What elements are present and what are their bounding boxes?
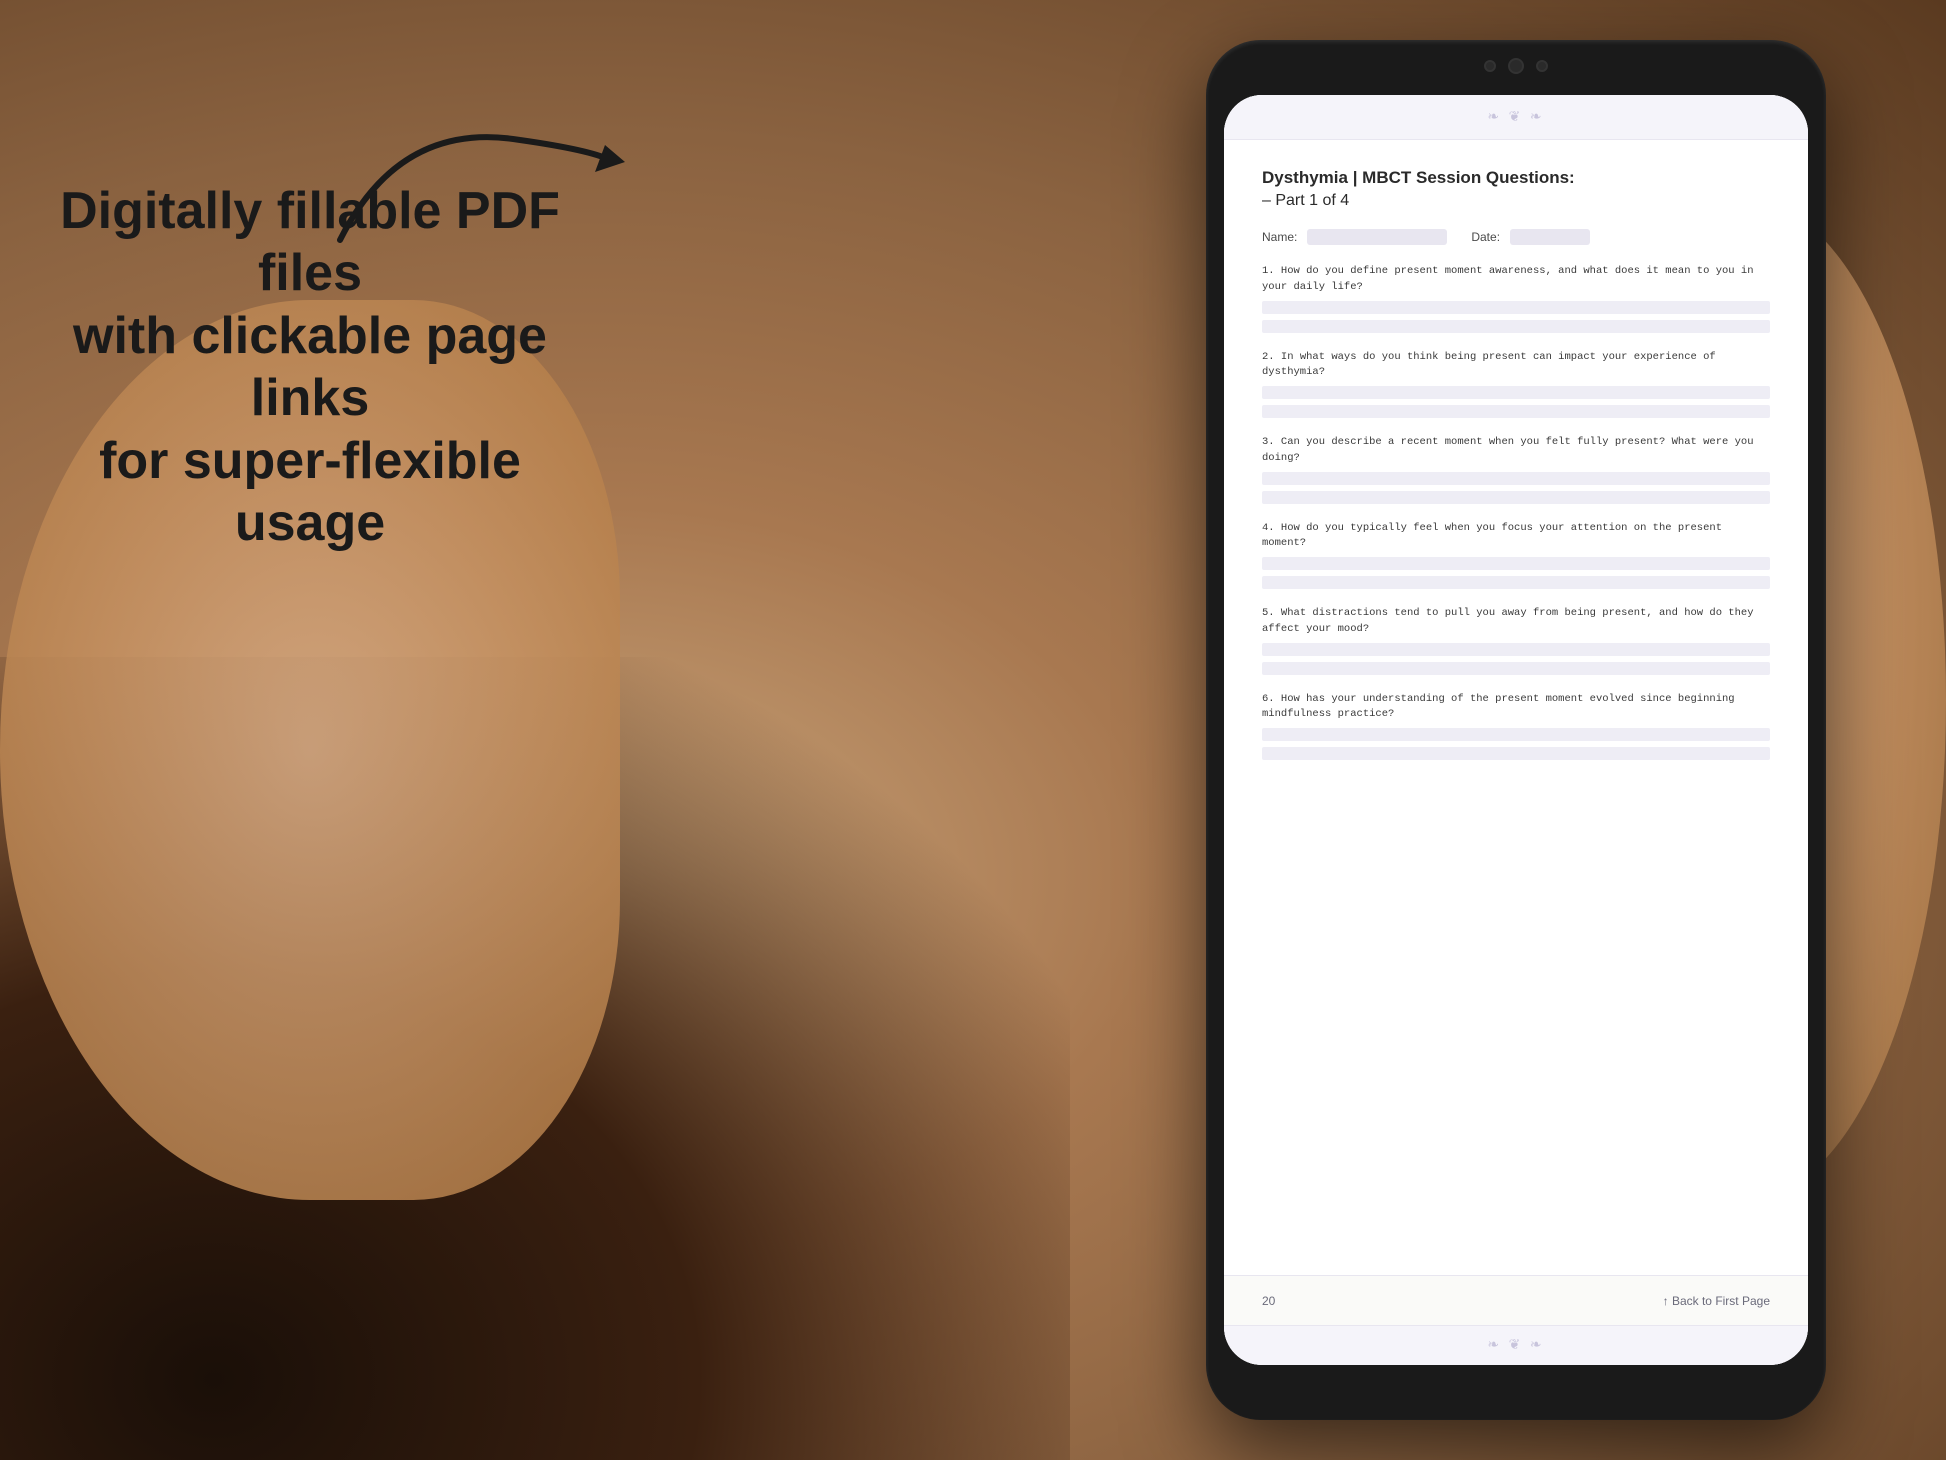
tablet-screen: ❧ ❦ ❧ Dysthymia | MBCT Session Questions… [1224,95,1808,1365]
camera-dot-right [1536,60,1548,72]
page-footer: 20 ↑ Back to First Page [1224,1275,1808,1325]
marketing-line3: for super-flexible usage [99,432,521,552]
question-2-answer[interactable] [1262,386,1770,421]
marketing-line1: Digitally fillable PDF files [60,182,560,302]
question-3: 3. Can you describe a recent moment when… [1262,435,1770,507]
pdf-page: ❧ ❦ ❧ Dysthymia | MBCT Session Questions… [1224,95,1808,1365]
question-6-answer[interactable] [1262,728,1770,763]
marketing-line2: with clickable page links [73,307,547,427]
name-input-field[interactable] [1307,229,1447,245]
bottom-pattern: ❧ ❦ ❧ [1487,1337,1544,1354]
marketing-text: Digitally fillable PDF files with clicka… [60,180,560,554]
tablet-frame: ❧ ❦ ❧ Dysthymia | MBCT Session Questions… [1206,40,1826,1420]
camera-dot-left [1484,60,1496,72]
name-label: Name: [1262,230,1297,244]
answer-line [1262,728,1770,741]
date-label: Date: [1471,230,1500,244]
question-4-answer[interactable] [1262,557,1770,592]
page-subtitle: – Part 1 of 4 [1262,192,1770,210]
question-2: 2. In what ways do you think being prese… [1262,350,1770,422]
question-5-text: 5. What distractions tend to pull you aw… [1262,606,1770,638]
date-input-field[interactable] [1510,229,1590,245]
answer-line [1262,662,1770,675]
answer-line [1262,747,1770,760]
question-3-answer[interactable] [1262,472,1770,507]
answer-line [1262,301,1770,314]
question-2-text: 2. In what ways do you think being prese… [1262,350,1770,382]
answer-line [1262,491,1770,504]
answer-line [1262,643,1770,656]
question-6: 6. How has your understanding of the pre… [1262,692,1770,764]
back-to-first-page-link[interactable]: ↑ Back to First Page [1663,1294,1770,1308]
answer-line [1262,576,1770,589]
question-5: 5. What distractions tend to pull you aw… [1262,606,1770,678]
question-3-text: 3. Can you describe a recent moment when… [1262,435,1770,467]
question-6-text: 6. How has your understanding of the pre… [1262,692,1770,724]
page-content: Dysthymia | MBCT Session Questions: – Pa… [1224,140,1808,1275]
speaker-dot [1508,58,1524,74]
top-pattern: ❧ ❦ ❧ [1487,109,1544,126]
answer-line [1262,386,1770,399]
question-5-answer[interactable] [1262,643,1770,678]
page-number: 20 [1262,1294,1275,1308]
page-top-decoration: ❧ ❦ ❧ [1224,95,1808,140]
question-1-text: 1. How do you define present moment awar… [1262,264,1770,296]
answer-line [1262,472,1770,485]
question-1-answer[interactable] [1262,301,1770,336]
question-4: 4. How do you typically feel when you fo… [1262,521,1770,593]
question-1: 1. How do you define present moment awar… [1262,264,1770,336]
name-date-row: Name: Date: [1262,228,1770,246]
answer-line [1262,557,1770,570]
answer-line [1262,320,1770,333]
answer-line [1262,405,1770,418]
page-title: Dysthymia | MBCT Session Questions: [1262,168,1770,188]
page-bottom-decoration: ❧ ❦ ❧ [1224,1325,1808,1365]
tablet-camera-area [1484,58,1548,74]
question-4-text: 4. How do you typically feel when you fo… [1262,521,1770,553]
